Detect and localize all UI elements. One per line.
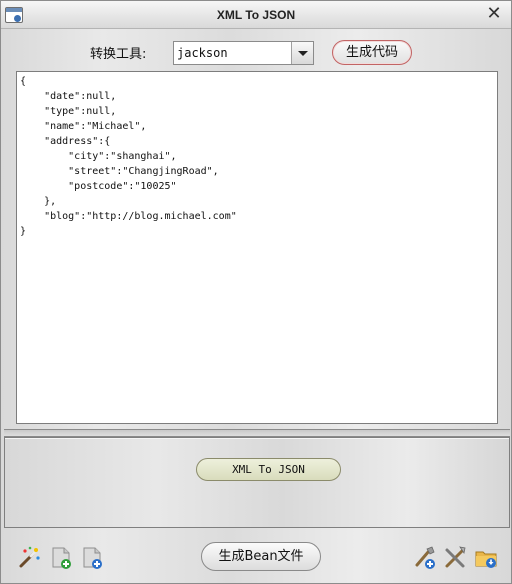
generate-code-button[interactable]: 生成代码	[332, 40, 412, 65]
code-line: {	[20, 76, 27, 87]
chevron-down-icon[interactable]	[291, 42, 313, 64]
tools-icon[interactable]	[443, 545, 468, 570]
code-line: "city":"shanghai",	[20, 151, 177, 162]
code-line: "type":null,	[20, 106, 117, 117]
magic-wand-icon[interactable]	[17, 545, 42, 570]
title-bar[interactable]: XML To JSON ✕	[1, 1, 511, 29]
converter-tool-value: jackson	[177, 46, 228, 60]
code-line: "name":"Michael",	[20, 121, 147, 132]
app-window: XML To JSON ✕ 转换工具: jackson 生成代码 { "date…	[0, 0, 512, 584]
code-line: },	[20, 196, 57, 207]
json-output-editor[interactable]: { "date":null, "type":null, "name":"Mich…	[16, 71, 498, 424]
code-line: "address":{	[20, 136, 111, 147]
add-file-icon[interactable]	[49, 545, 74, 570]
xml-to-json-button[interactable]: XML To JSON	[196, 458, 341, 481]
tool-add-icon[interactable]	[412, 545, 437, 570]
folder-download-icon[interactable]	[474, 545, 499, 570]
converter-tool-select[interactable]: jackson	[173, 41, 314, 65]
code-line: "blog":"http://blog.michael.com"	[20, 211, 237, 222]
add-file-blue-icon[interactable]	[80, 545, 105, 570]
code-line: "street":"ChangjingRoad",	[20, 166, 219, 177]
panel-divider	[4, 429, 510, 437]
code-line: }	[20, 226, 27, 237]
generate-bean-file-button[interactable]: 生成Bean文件	[201, 542, 321, 571]
code-line: "date":null,	[20, 91, 117, 102]
window-title: XML To JSON	[216, 8, 296, 22]
action-panel	[4, 437, 510, 528]
converter-tool-label: 转换工具:	[90, 47, 147, 62]
code-line: "postcode":"10025"	[20, 181, 177, 192]
close-button[interactable]: ✕	[485, 5, 503, 23]
